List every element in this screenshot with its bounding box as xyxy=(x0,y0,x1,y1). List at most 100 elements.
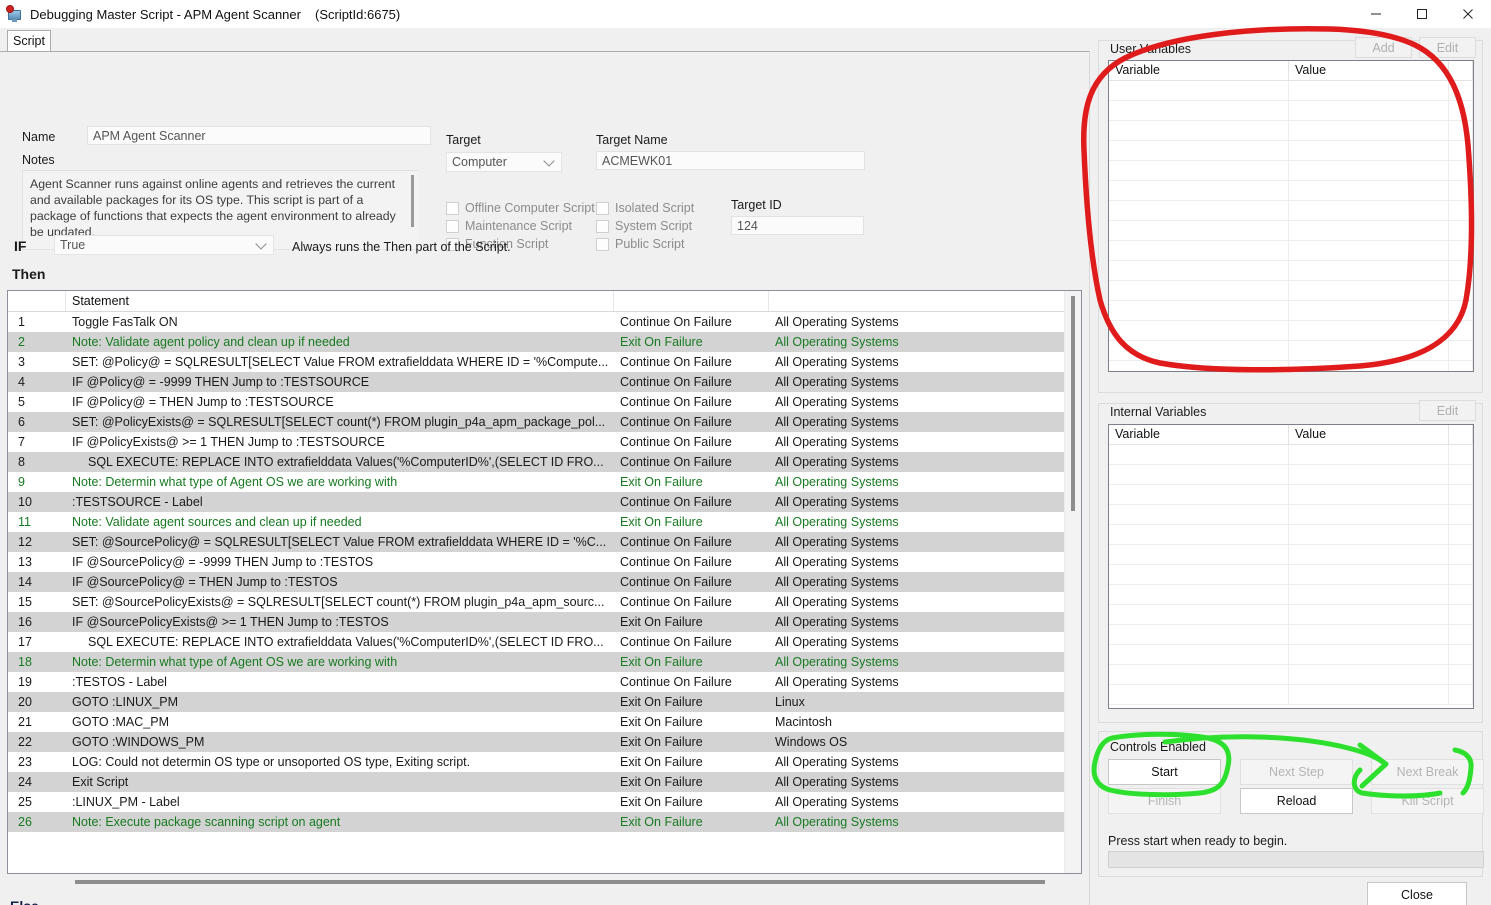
variable-row[interactable] xyxy=(1109,485,1473,505)
statement-row[interactable]: 1Toggle FasTalk ONContinue On FailureAll… xyxy=(8,312,1081,332)
finish-button[interactable]: Finish xyxy=(1108,788,1221,814)
close-button[interactable]: Close xyxy=(1367,882,1467,905)
statement-grid[interactable]: Statement 1Toggle FasTalk ONContinue On … xyxy=(7,290,1082,874)
add-user-variable-button[interactable]: Add xyxy=(1355,37,1412,58)
statement-row[interactable]: 6SET: @PolicyExists@ = SQLRESULT[SELECT … xyxy=(8,412,1081,432)
statement-row[interactable]: 7IF @PolicyExists@ >= 1 THEN Jump to :TE… xyxy=(8,432,1081,452)
next-break-button[interactable]: Next Break xyxy=(1371,759,1484,785)
statement-row[interactable]: 21GOTO :MAC_PMExit On FailureMacintosh xyxy=(8,712,1081,732)
variable-cell xyxy=(1449,585,1473,604)
variable-cell xyxy=(1449,605,1473,624)
kill-script-button[interactable]: Kill Script xyxy=(1371,788,1484,814)
variable-row[interactable] xyxy=(1109,685,1473,705)
statement-row-os: All Operating Systems xyxy=(769,432,1063,452)
statement-row[interactable]: 16IF @SourcePolicyExists@ >= 1 THEN Jump… xyxy=(8,612,1081,632)
variable-row[interactable] xyxy=(1109,81,1473,101)
statement-row[interactable]: 4IF @Policy@ = -9999 THEN Jump to :TESTS… xyxy=(8,372,1081,392)
statement-row[interactable]: 20GOTO :LINUX_PMExit On FailureLinux xyxy=(8,692,1081,712)
variable-row[interactable] xyxy=(1109,181,1473,201)
variable-row[interactable] xyxy=(1109,645,1473,665)
statement-row[interactable]: 3SET: @Policy@ = SQLRESULT[SELECT Value … xyxy=(8,352,1081,372)
statement-row[interactable]: 22GOTO :WINDOWS_PMExit On FailureWindows… xyxy=(8,732,1081,752)
statement-row[interactable]: 14IF @SourcePolicy@ = THEN Jump to :TEST… xyxy=(8,572,1081,592)
variable-row[interactable] xyxy=(1109,301,1473,321)
target-select[interactable]: Computer xyxy=(446,152,562,172)
variable-row[interactable] xyxy=(1109,361,1473,372)
statement-row-failure: Exit On Failure xyxy=(614,812,769,832)
variable-cell xyxy=(1289,665,1449,684)
variable-row[interactable] xyxy=(1109,241,1473,261)
name-field[interactable]: APM Agent Scanner xyxy=(87,126,431,145)
variable-row[interactable] xyxy=(1109,585,1473,605)
statement-row[interactable]: 26Note: Execute package scanning script … xyxy=(8,812,1081,832)
variable-cell xyxy=(1449,525,1473,544)
statement-row[interactable]: 19:TESTOS - LabelContinue On FailureAll … xyxy=(8,672,1081,692)
statement-row[interactable]: 10:TESTSOURCE - LabelContinue On Failure… xyxy=(8,492,1081,512)
target-id-field[interactable]: 124 xyxy=(731,216,864,235)
variable-cell xyxy=(1289,465,1449,484)
variable-cell xyxy=(1449,445,1473,464)
statement-row[interactable]: 15SET: @SourcePolicyExists@ = SQLRESULT[… xyxy=(8,592,1081,612)
variable-row[interactable] xyxy=(1109,321,1473,341)
variable-row[interactable] xyxy=(1109,565,1473,585)
statement-row[interactable]: 5IF @Policy@ = THEN Jump to :TESTSOURCEC… xyxy=(8,392,1081,412)
reload-button[interactable]: Reload xyxy=(1240,788,1353,814)
variable-row[interactable] xyxy=(1109,341,1473,361)
next-step-button[interactable]: Next Step xyxy=(1240,759,1353,785)
variable-row[interactable] xyxy=(1109,161,1473,181)
variable-row[interactable] xyxy=(1109,525,1473,545)
variable-row[interactable] xyxy=(1109,445,1473,465)
statement-row[interactable]: 13IF @SourcePolicy@ = -9999 THEN Jump to… xyxy=(8,552,1081,572)
statement-row-failure: Exit On Failure xyxy=(614,732,769,752)
variable-row[interactable] xyxy=(1109,221,1473,241)
statement-row-os: All Operating Systems xyxy=(769,572,1063,592)
user-variables-grid[interactable]: Variable Value xyxy=(1108,60,1474,372)
statement-row[interactable]: 25:LINUX_PM - LabelExit On FailureAll Op… xyxy=(8,792,1081,812)
variable-row[interactable] xyxy=(1109,505,1473,525)
variable-row[interactable] xyxy=(1109,625,1473,645)
variable-row[interactable] xyxy=(1109,101,1473,121)
variable-row[interactable] xyxy=(1109,665,1473,685)
start-button[interactable]: Start xyxy=(1108,759,1221,785)
variable-row[interactable] xyxy=(1109,261,1473,281)
statement-row[interactable]: 2Note: Validate agent policy and clean u… xyxy=(8,332,1081,352)
variable-row[interactable] xyxy=(1109,141,1473,161)
checkbox-label: Public Script xyxy=(615,237,684,251)
maximize-icon[interactable] xyxy=(1399,0,1445,28)
statement-row[interactable]: 8SQL EXECUTE: REPLACE INTO extrafielddat… xyxy=(8,452,1081,472)
variable-row[interactable] xyxy=(1109,121,1473,141)
statement-row[interactable]: 12SET: @SourcePolicy@ = SQLRESULT[SELECT… xyxy=(8,532,1081,552)
statement-row-os: All Operating Systems xyxy=(769,632,1063,652)
checkbox-public-script[interactable]: Public Script xyxy=(596,237,684,251)
statement-row[interactable]: 23LOG: Could not determin OS type or uns… xyxy=(8,752,1081,772)
checkbox-offline-computer-script[interactable]: Offline Computer Script xyxy=(446,201,595,215)
edit-internal-variable-button[interactable]: Edit xyxy=(1419,400,1476,421)
scrollbar-thumb[interactable] xyxy=(75,880,1045,884)
edit-user-variable-button[interactable]: Edit xyxy=(1419,37,1476,58)
statement-row[interactable]: 9Note: Determin what type of Agent OS we… xyxy=(8,472,1081,492)
checkbox-system-script[interactable]: System Script xyxy=(596,219,692,233)
variable-row[interactable] xyxy=(1109,281,1473,301)
scrollbar-thumb[interactable] xyxy=(1071,296,1075,511)
tab-script[interactable]: Script xyxy=(7,30,51,51)
statement-row-failure: Continue On Failure xyxy=(614,352,769,372)
notes-scrollbar[interactable] xyxy=(407,171,418,249)
statement-row[interactable]: 24Exit ScriptExit On FailureAll Operatin… xyxy=(8,772,1081,792)
variable-row[interactable] xyxy=(1109,545,1473,565)
checkbox-isolated-script[interactable]: Isolated Script xyxy=(596,201,694,215)
statement-row[interactable]: 18Note: Determin what type of Agent OS w… xyxy=(8,652,1081,672)
variable-row[interactable] xyxy=(1109,605,1473,625)
checkbox-maintenance-script[interactable]: Maintenance Script xyxy=(446,219,572,233)
variable-row[interactable] xyxy=(1109,201,1473,221)
minimize-icon[interactable] xyxy=(1353,0,1399,28)
close-icon[interactable] xyxy=(1445,0,1491,28)
internal-variables-grid[interactable]: Variable Value xyxy=(1108,424,1474,709)
variable-row[interactable] xyxy=(1109,465,1473,485)
statement-grid-scrollbar[interactable] xyxy=(1064,291,1081,873)
statement-row[interactable]: 17SQL EXECUTE: REPLACE INTO extrafieldda… xyxy=(8,632,1081,652)
if-condition-select[interactable]: True xyxy=(54,235,274,255)
statement-grid-hscrollbar[interactable] xyxy=(7,876,1082,888)
target-name-field[interactable]: ACMEWK01 xyxy=(596,151,865,170)
variable-cell xyxy=(1449,665,1473,684)
statement-row[interactable]: 11Note: Validate agent sources and clean… xyxy=(8,512,1081,532)
